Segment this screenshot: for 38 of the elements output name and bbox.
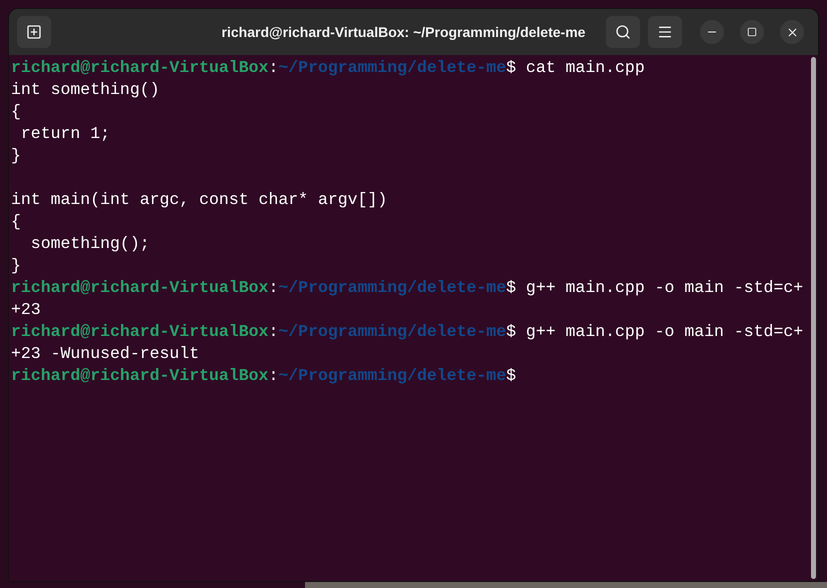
terminal-text: something(); xyxy=(30,233,150,255)
user-host: richard@richard-VirtualBox xyxy=(11,57,268,79)
menu-icon xyxy=(657,24,673,40)
close-icon xyxy=(786,26,798,38)
terminal-text: $ xyxy=(506,365,516,387)
terminal-text: : xyxy=(268,365,278,387)
window-title: richard@richard-VirtualBox: ~/Programming/delete-me xyxy=(220,22,586,42)
terminal-text: $ g++ main.cpp -o main -std=c+ xyxy=(506,321,804,343)
directory-path: ~/Programming/delete-me xyxy=(278,57,506,79)
terminal-text: { xyxy=(11,101,21,123)
menu-button[interactable] xyxy=(648,16,682,48)
user-host: richard@richard-VirtualBox xyxy=(11,365,268,387)
terminal-text: $ g++ main.cpp -o main -std=c+ xyxy=(506,277,804,299)
new-tab-button[interactable] xyxy=(17,16,51,48)
terminal-text: return 1; xyxy=(20,123,110,145)
scrollbar[interactable] xyxy=(810,57,816,579)
search-icon xyxy=(615,24,631,40)
terminal-text: } xyxy=(11,145,21,167)
terminal-text: int main(int argc, const char* argv[]) xyxy=(11,189,388,211)
directory-path: ~/Programming/delete-me xyxy=(278,365,506,387)
directory-path: ~/Programming/delete-me xyxy=(278,277,506,299)
terminal-text: } xyxy=(11,255,21,277)
terminal-text: int something() xyxy=(11,79,160,101)
search-button[interactable] xyxy=(606,16,640,48)
terminal-text: { xyxy=(11,211,21,233)
maximize-icon xyxy=(747,27,757,37)
user-host: richard@richard-VirtualBox xyxy=(11,321,268,343)
terminal-text: : xyxy=(268,321,278,343)
close-button[interactable] xyxy=(780,20,804,44)
maximize-button[interactable] xyxy=(740,20,764,44)
directory-path: ~/Programming/delete-me xyxy=(278,321,506,343)
user-host: richard@richard-VirtualBox xyxy=(11,277,268,299)
terminal-text: : xyxy=(268,57,278,79)
terminal-text: +23 -Wunused-result xyxy=(11,343,200,365)
terminal-text: : xyxy=(268,277,278,299)
terminal-text: $ cat main.cpp xyxy=(506,57,645,79)
terminal-text: +23 xyxy=(11,299,41,321)
new-tab-icon xyxy=(26,24,42,40)
